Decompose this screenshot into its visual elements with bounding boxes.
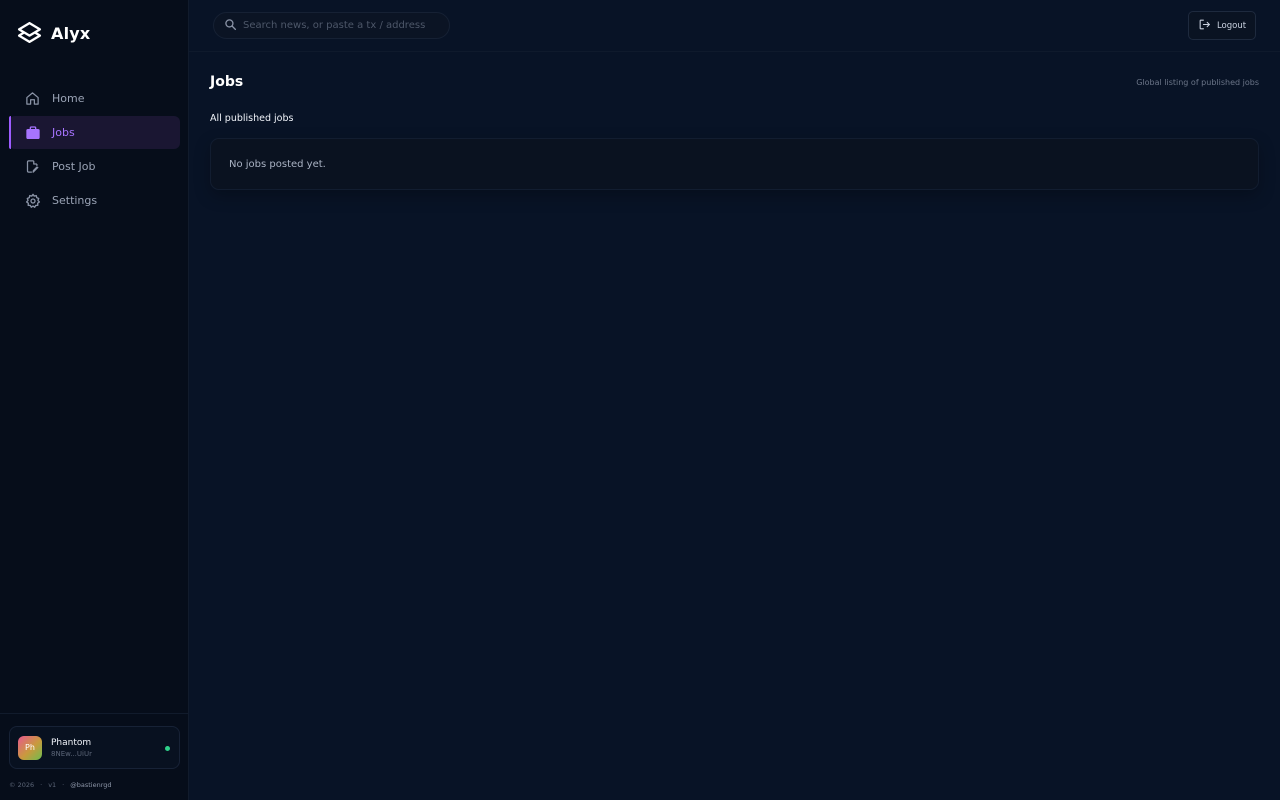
- footer-separator: ·: [62, 781, 65, 789]
- sidebar-item-label: Jobs: [52, 126, 75, 139]
- topbar: Logout: [189, 0, 1280, 52]
- brand[interactable]: Alyx: [17, 21, 90, 46]
- jobs-empty-state: No jobs posted yet.: [210, 138, 1259, 190]
- sidebar: Alyx Home Jobs Post Job Settings Ph Phan…: [0, 0, 189, 800]
- document-edit-icon: [24, 158, 41, 175]
- copyright-text: © 2026: [9, 781, 35, 789]
- wallet-address: 8NEw...UiUr: [51, 749, 92, 758]
- logout-button[interactable]: Logout: [1188, 11, 1256, 40]
- wallet-card[interactable]: Ph Phantom 8NEw...UiUr: [9, 726, 180, 769]
- logo-icon: [17, 21, 42, 46]
- sidebar-item-post-job[interactable]: Post Job: [9, 150, 180, 183]
- wallet-avatar-initials: Ph: [25, 743, 35, 752]
- sidebar-nav: Home Jobs Post Job Settings: [9, 82, 180, 218]
- main-content: Jobs Global listing of published jobs Al…: [189, 52, 1280, 800]
- connection-status-dot: [165, 746, 170, 751]
- gear-icon: [24, 192, 41, 209]
- brand-name: Alyx: [51, 24, 91, 43]
- section-title: All published jobs: [210, 113, 294, 124]
- sidebar-item-label: Post Job: [52, 160, 96, 173]
- sidebar-item-jobs[interactable]: Jobs: [9, 116, 180, 149]
- empty-state-message: No jobs posted yet.: [229, 158, 326, 170]
- search-icon: [224, 16, 237, 35]
- page-title: Jobs: [210, 74, 244, 90]
- wallet-name: Phantom: [51, 737, 92, 748]
- sidebar-item-settings[interactable]: Settings: [9, 184, 180, 217]
- page-subtitle: Global listing of published jobs: [1136, 78, 1259, 87]
- version-text: v1: [48, 781, 57, 789]
- home-icon: [24, 90, 41, 107]
- briefcase-icon: [24, 124, 41, 141]
- search-bar[interactable]: [213, 12, 450, 39]
- footer-separator: ·: [40, 781, 43, 789]
- sidebar-item-label: Settings: [52, 194, 98, 207]
- sidebar-footer: © 2026 · v1 · @bastienrgd: [9, 781, 112, 789]
- logout-icon: [1198, 18, 1211, 34]
- logout-label: Logout: [1216, 20, 1247, 31]
- wallet-avatar: Ph: [18, 735, 42, 760]
- author-handle-link[interactable]: @bastienrgd: [70, 781, 111, 789]
- sidebar-divider: [0, 713, 188, 714]
- sidebar-item-home[interactable]: Home: [9, 82, 180, 115]
- app-root: Alyx Home Jobs Post Job Settings Ph Phan…: [0, 0, 1280, 800]
- search-input[interactable]: [243, 20, 438, 31]
- wallet-info: Phantom 8NEw...UiUr: [51, 738, 92, 758]
- sidebar-item-label: Home: [52, 92, 85, 105]
